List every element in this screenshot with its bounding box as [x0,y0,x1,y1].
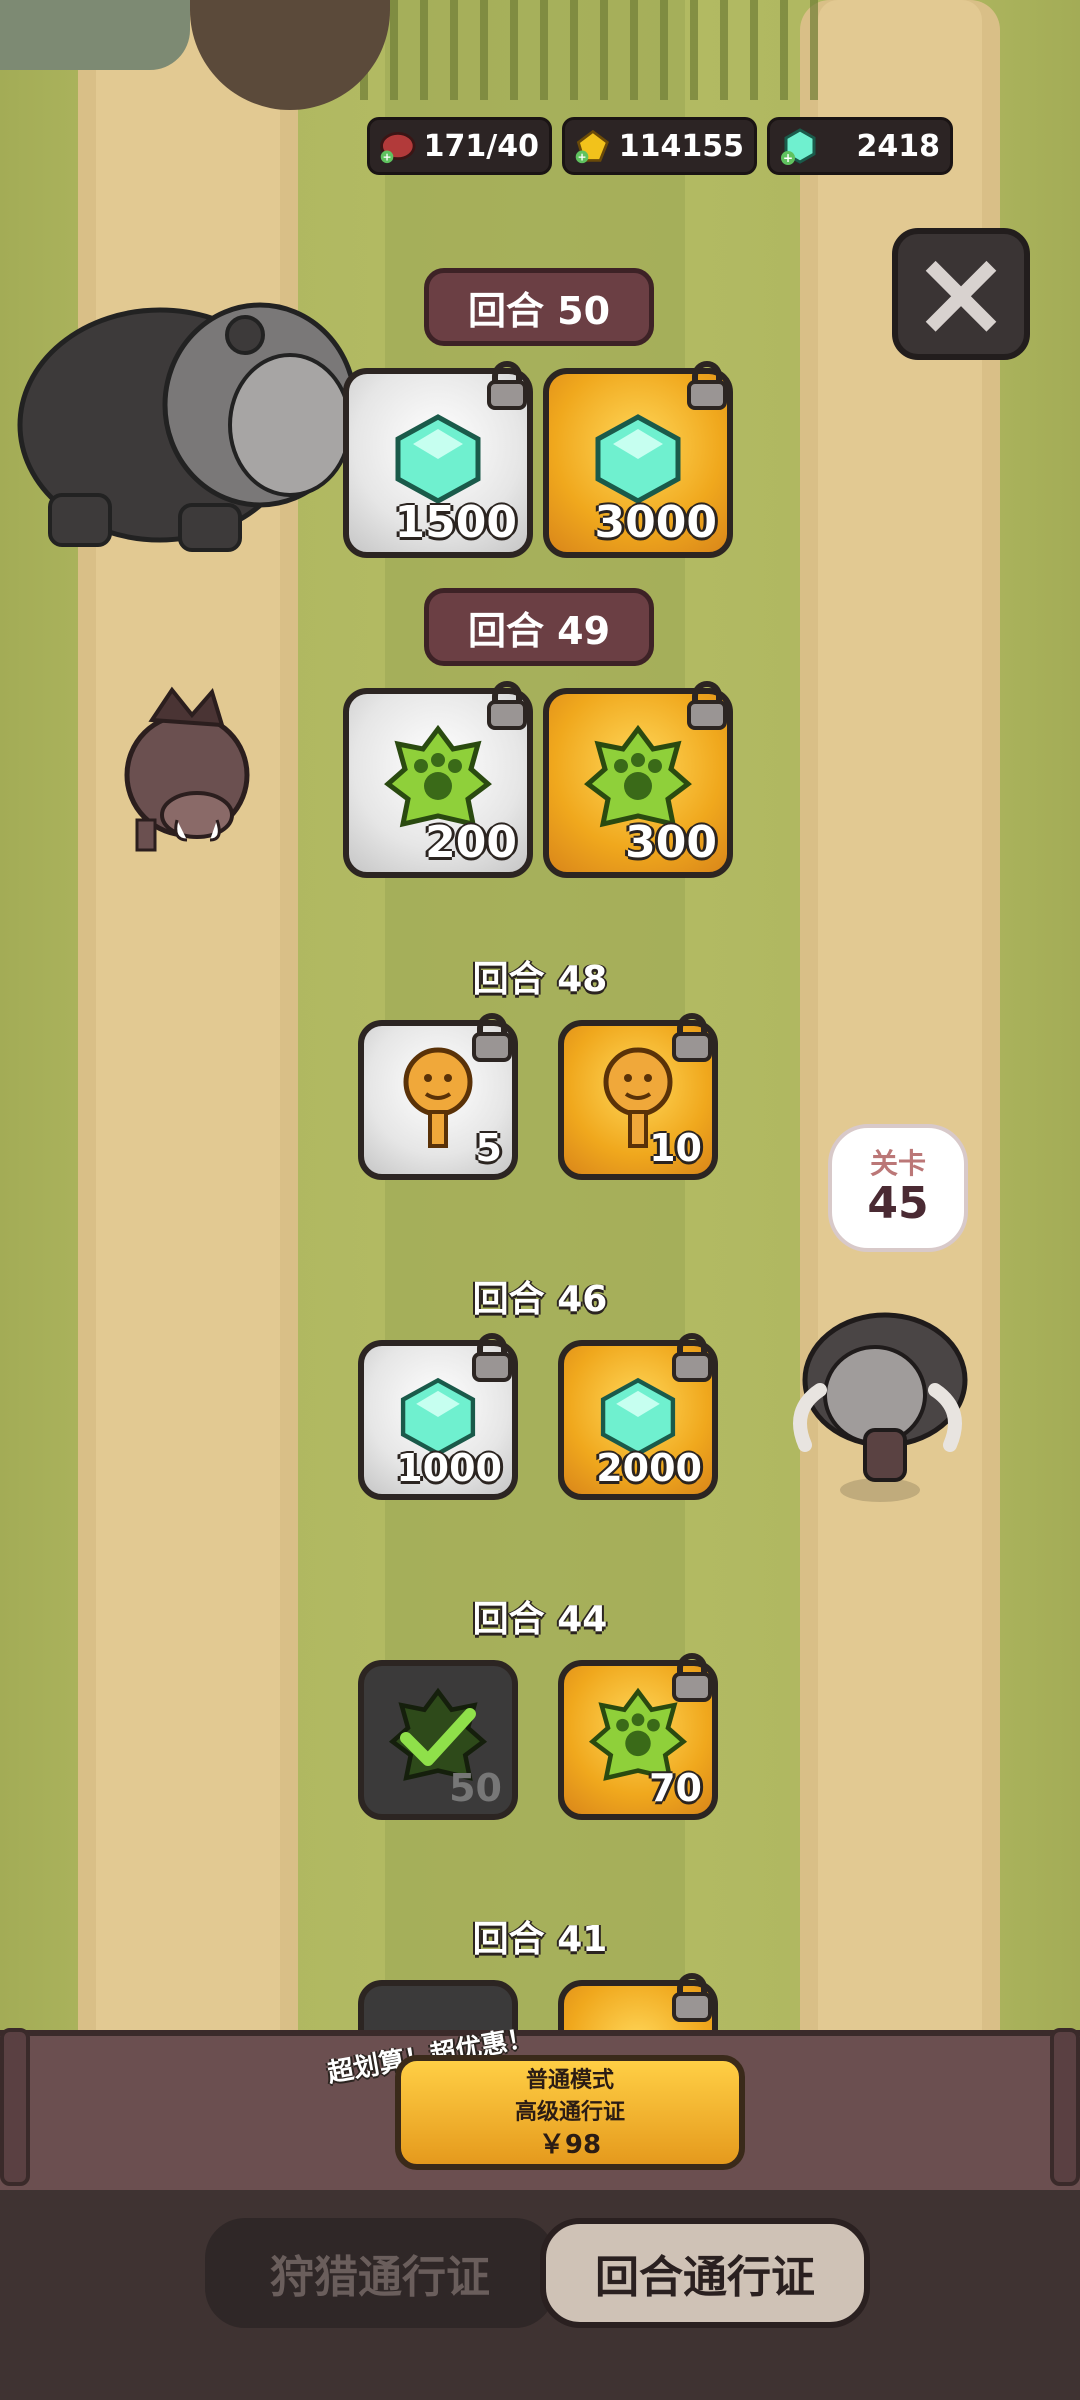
lock-icon [672,1973,712,2022]
close-icon: × [910,224,1012,363]
round-label: 回合 41 [472,1919,608,1960]
gem-icon [595,414,681,505]
reward-amount: 70 [649,1766,702,1810]
lock-icon [472,1333,512,1382]
round-label: 回合 44 [472,1599,608,1640]
checkmark-icon [400,1708,476,1767]
reward-amount: 5 [475,1126,502,1170]
meat-counter[interactable]: + 171/40 [367,117,552,175]
price-label: ￥98 [538,2130,602,2160]
reward-premium-round-46[interactable]: 2000 [558,1333,718,1500]
gold-value: 114155 [618,128,744,164]
lock-icon [672,1013,712,1062]
reward-premium-round-48[interactable]: 10 [558,1013,718,1180]
svg-text:+: + [577,150,586,163]
round-label: 回合 49 [424,588,654,666]
reward-amount: 1500 [394,497,517,548]
gem-icon: + [781,128,816,165]
reward-premium-round-44[interactable]: 70 [558,1653,718,1820]
tab-hunt-pass[interactable]: 狩猎通行证 [205,2218,555,2328]
reward-amount: 10 [649,1126,702,1170]
reward-amount: 200 [425,817,517,868]
stage-bubble: 关卡 45 [828,1124,968,1252]
round-label: 回合 48 [472,959,608,1000]
round-label: 回合 46 [472,1279,608,1320]
tab-round-pass[interactable]: 回合通行证 [540,2218,870,2328]
mode-label: 普通模式 [525,2068,614,2093]
boar-enemy [124,686,250,852]
reward-amount: 2000 [596,1446,702,1490]
buy-premium-pass-button[interactable]: 普通模式 高级通行证 ￥98 [395,2055,745,2170]
gold-counter[interactable]: + 114155 [562,117,757,175]
reward-free-round-48[interactable]: 5 [358,1013,518,1180]
mammoth-player [793,1312,968,1502]
close-button[interactable]: × [892,228,1030,360]
lock-icon [487,361,527,410]
lock-icon [672,1333,712,1382]
reward-amount: 1000 [396,1446,502,1490]
svg-text:+: + [382,150,391,163]
lock-icon [687,361,727,410]
lock-icon [672,1653,712,1702]
gem-counter[interactable]: + 2418 [767,117,953,175]
stage-title: 关卡 [869,1147,926,1180]
reward-premium-round-50[interactable]: 3000 [543,361,733,558]
meat-value: 171/40 [423,128,539,164]
gem-icon [395,414,481,505]
lock-icon [487,681,527,730]
gem-value: 2418 [856,128,941,164]
pass-label: 高级通行证 [514,2100,625,2125]
reward-free-round-44-claimed[interactable]: 50 [358,1660,518,1820]
reward-free-round-49[interactable]: 200 [343,681,533,878]
reward-amount: 50 [449,1766,502,1810]
gold-icon: + [575,129,609,163]
reward-free-round-46[interactable]: 1000 [358,1333,518,1500]
stage-number: 45 [867,1178,929,1229]
round-label: 回合 50 [424,268,654,346]
reward-free-round-50[interactable]: 1500 [343,361,533,558]
reward-amount: 300 [625,817,717,868]
meat-icon: + [380,132,416,163]
reward-amount: 3000 [594,497,717,548]
reward-premium-round-49[interactable]: 300 [543,681,733,878]
lock-icon [472,1013,512,1062]
lock-icon [687,681,727,730]
bear-enemy [17,302,358,552]
svg-text:+: + [783,151,793,165]
